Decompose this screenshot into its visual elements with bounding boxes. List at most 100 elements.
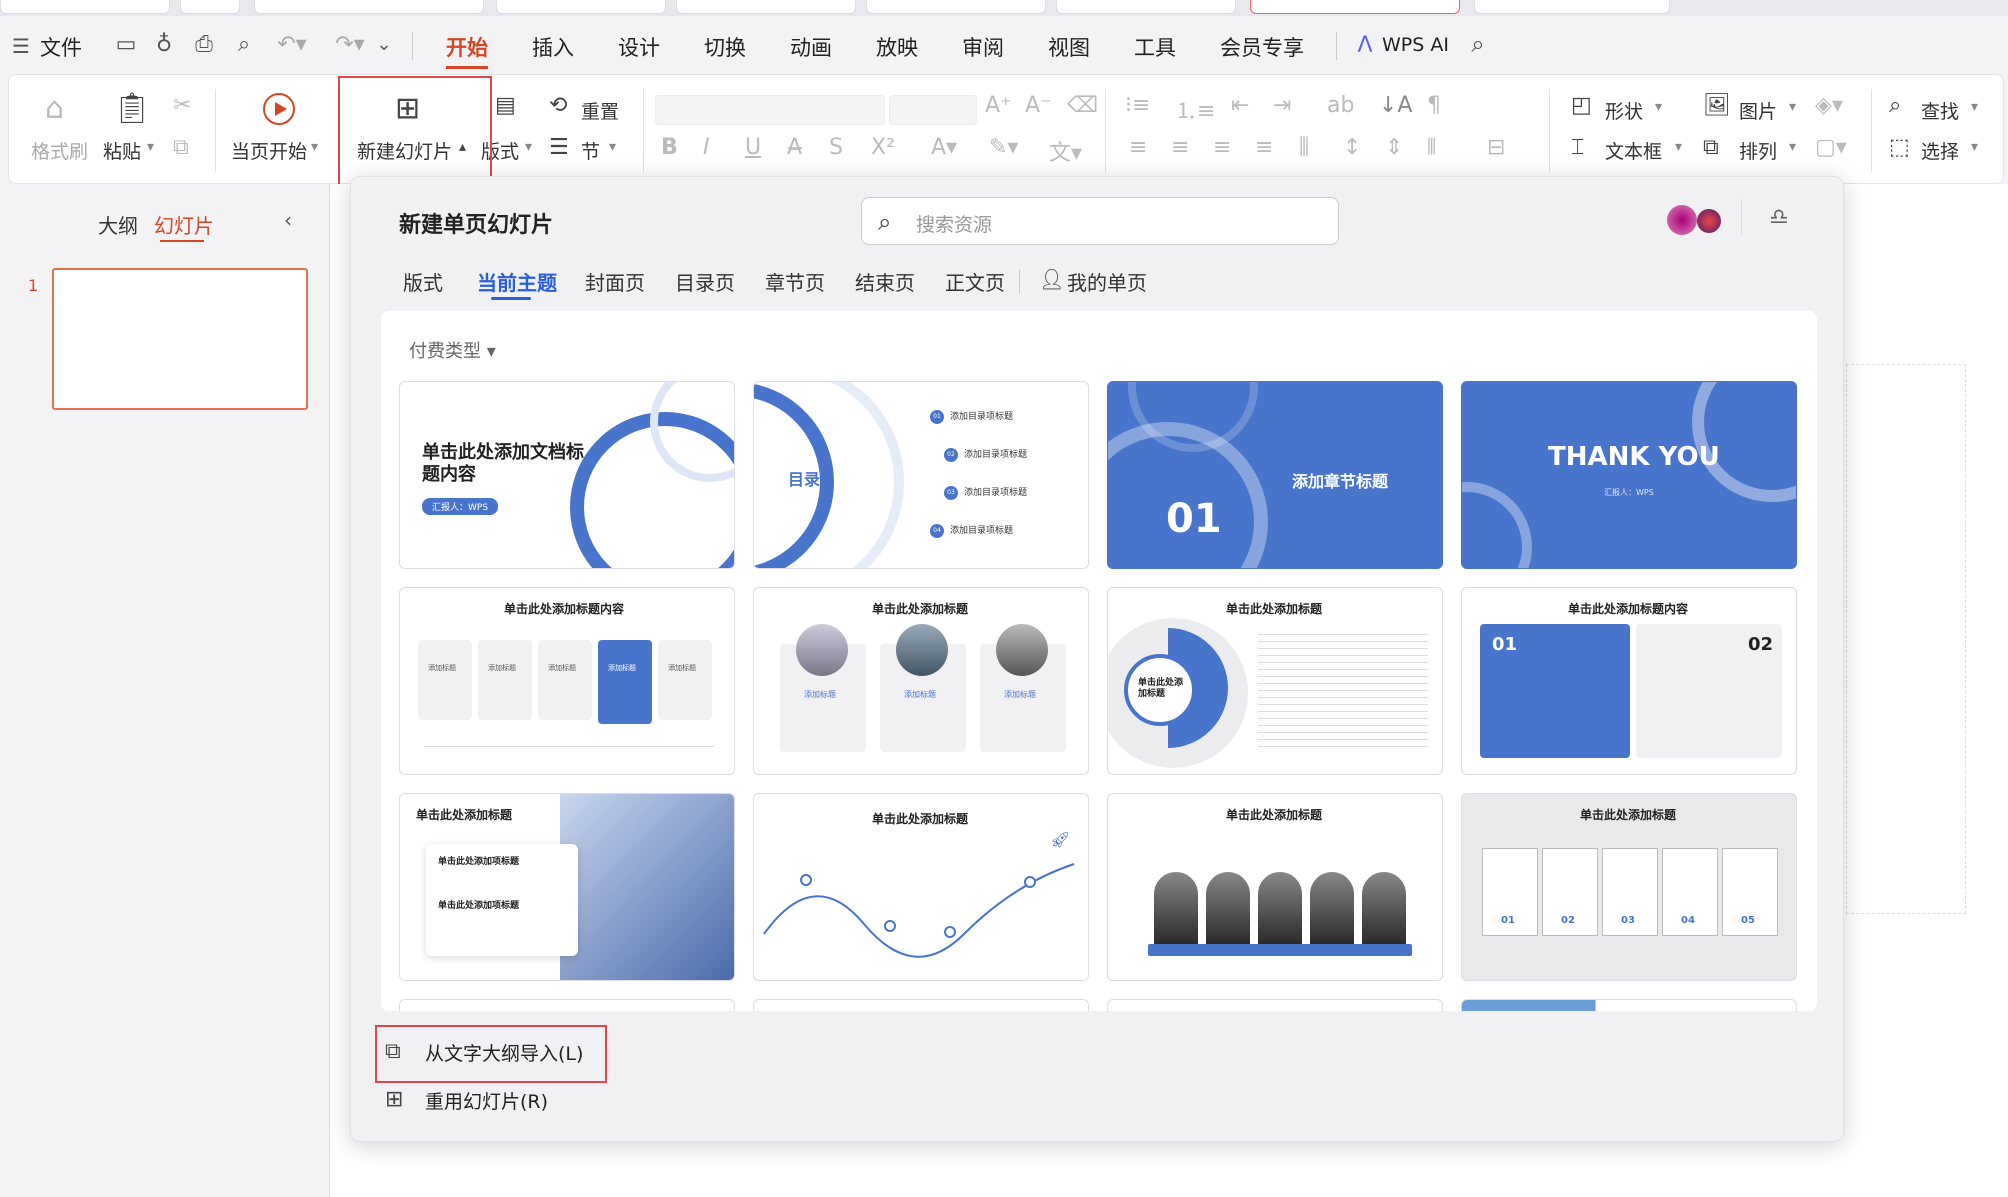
print-preview-icon[interactable]: ⌕ <box>230 30 258 58</box>
tab-home[interactable]: 开始 <box>446 32 488 62</box>
play-from-current-button[interactable]: 当页开始 <box>231 137 307 164</box>
italic-icon[interactable]: I <box>703 135 710 160</box>
chevron-down-icon[interactable]: ▾ <box>1655 99 1662 115</box>
window-tab-active[interactable] <box>1250 0 1460 14</box>
section-button[interactable]: 节 <box>581 137 600 164</box>
reuse-slides-item[interactable]: 重用幻灯片(R) <box>425 1087 548 1114</box>
paragraph-spacing-icon[interactable]: ⇕ <box>1385 135 1403 160</box>
wps-ai-button[interactable]: WPS AI <box>1382 34 1449 56</box>
slide-thumbnail[interactable] <box>52 268 308 410</box>
tab-member[interactable]: 会员专享 <box>1220 32 1304 62</box>
template-card-partial[interactable] <box>1107 999 1443 1011</box>
font-size-select[interactable] <box>889 95 977 125</box>
align-center-icon[interactable]: ≡ <box>1171 135 1189 160</box>
undo-icon[interactable]: ↶▾ <box>272 30 312 58</box>
font-shrink-icon[interactable]: A⁻ <box>1025 93 1052 118</box>
tab-chapter[interactable]: 章节页 <box>765 267 825 296</box>
window-tab[interactable] <box>180 0 240 14</box>
cut-icon[interactable]: ✂ <box>173 93 191 118</box>
bullet-list-icon[interactable]: ⁝≡ <box>1125 93 1150 118</box>
resource-search-input[interactable]: ⌕ 搜索资源 <box>861 197 1339 245</box>
tab-view[interactable]: 视图 <box>1048 32 1090 62</box>
save-icon[interactable]: ▭ <box>112 30 140 58</box>
window-tab[interactable] <box>1474 0 1670 14</box>
chevron-down-icon[interactable]: ▾ <box>609 139 616 155</box>
text-box-align-icon[interactable]: ⊟ <box>1487 135 1505 160</box>
chevron-down-icon[interactable]: ▾ <box>1675 139 1682 155</box>
chevron-down-icon[interactable]: ▾ <box>1789 99 1796 115</box>
template-card-content[interactable]: 单击此处添加标题 01 02 03 04 05 <box>1461 793 1797 981</box>
chevron-down-icon[interactable]: ▾ <box>525 139 532 155</box>
tab-body[interactable]: 正文页 <box>945 267 1005 296</box>
tab-current-theme[interactable]: 当前主题 <box>477 267 557 296</box>
paste-button[interactable]: 粘贴 <box>103 137 141 164</box>
template-card-content[interactable]: 单击此处添加标题 单击此处添加项标题 单击此处添加项标题 <box>399 793 735 981</box>
line-spacing-icon[interactable]: ↕ <box>1343 135 1361 160</box>
outdent-icon[interactable]: ⇤ <box>1231 93 1249 118</box>
template-card-toc[interactable]: 目录 01 添加目录项标题 02 添加目录项标题 03 添加目录项标题 04 添… <box>753 381 1089 569</box>
tab-transition[interactable]: 切换 <box>704 32 746 62</box>
headset-icon[interactable]: ♎︎ <box>1769 205 1789 230</box>
window-tab[interactable] <box>0 0 170 14</box>
chevron-down-icon[interactable]: ▾ <box>1971 99 1978 115</box>
font-color-icon[interactable]: A▾ <box>931 135 957 160</box>
tab-ending[interactable]: 结束页 <box>855 267 915 296</box>
template-card-content[interactable]: 单击此处添加标题内容 添加标题 添加标题 添加标题 添加标题 添加标题 <box>399 587 735 775</box>
paragraph-icon[interactable]: ¶ <box>1427 93 1441 118</box>
menu-file[interactable]: 文件 <box>40 32 82 62</box>
select-button[interactable]: 选择 <box>1921 137 1959 164</box>
template-card-ending[interactable]: THANK YOU 汇报人：WPS <box>1461 381 1797 569</box>
template-card-cover[interactable]: 单击此处添加文档标题内容 汇报人：WPS <box>399 381 735 569</box>
hamburger-icon[interactable]: ☰ <box>12 34 30 58</box>
template-card-partial[interactable] <box>753 999 1089 1011</box>
tab-insert[interactable]: 插入 <box>532 32 574 62</box>
tab-my-slides[interactable]: 我的单页 <box>1067 267 1147 296</box>
justify-icon[interactable]: ≡ <box>1255 135 1273 160</box>
align-right-icon[interactable]: ≡ <box>1213 135 1231 160</box>
template-card-chapter[interactable]: 01 添加章节标题 <box>1107 381 1443 569</box>
template-card-content[interactable]: 单击此处添加标题 🚀︎ <box>753 793 1089 981</box>
share-icon[interactable]: ♁ <box>150 30 178 58</box>
outline-icon[interactable]: ▢▾ <box>1815 135 1847 160</box>
font-family-select[interactable] <box>655 95 885 125</box>
template-card-content[interactable]: 单击此处添加标题 单击此处添加标题 <box>1107 587 1443 775</box>
tab-slideshow[interactable]: 放映 <box>876 32 918 62</box>
fill-icon[interactable]: ◈▾ <box>1815 93 1843 118</box>
avatar[interactable] <box>1697 209 1721 233</box>
strikethrough-icon[interactable]: A̶ <box>787 135 802 160</box>
shape-button[interactable]: 形状 <box>1605 97 1643 124</box>
search-icon[interactable]: ⌕ <box>1464 30 1492 58</box>
reset-button[interactable]: 重置 <box>581 97 619 124</box>
chevron-down-icon[interactable]: ▾ <box>1971 139 1978 155</box>
distribute-icon[interactable]: ⫼ <box>1299 135 1309 160</box>
chevron-down-icon[interactable]: ▾ <box>311 139 318 155</box>
textbox-button[interactable]: 文本框 <box>1605 137 1662 164</box>
window-tab[interactable] <box>866 0 1046 14</box>
template-card-content[interactable]: 单击此处添加标题 添加标题 添加标题 添加标题 <box>753 587 1089 775</box>
tab-tools[interactable]: 工具 <box>1134 32 1176 62</box>
clear-format-icon[interactable]: ⌫ <box>1067 93 1098 118</box>
redo-icon[interactable]: ↷▾ <box>330 30 370 58</box>
tab-slides[interactable]: 幻灯片 <box>154 210 214 239</box>
align-left-icon[interactable]: ≡ <box>1129 135 1147 160</box>
collapse-panel-icon[interactable]: ‹ <box>284 208 292 232</box>
font-grow-icon[interactable]: A⁺ <box>985 93 1012 118</box>
superscript-icon[interactable]: X² <box>871 135 895 160</box>
picture-button[interactable]: 图片 <box>1739 97 1777 124</box>
avatar[interactable] <box>1667 205 1697 235</box>
shadow-icon[interactable]: S <box>829 135 843 160</box>
copy-icon[interactable]: ⧉ <box>173 135 189 160</box>
text-direction-icon[interactable]: ab <box>1327 93 1354 118</box>
template-card-partial[interactable] <box>399 999 735 1011</box>
tab-layout[interactable]: 版式 <box>403 267 443 296</box>
tab-cover[interactable]: 封面页 <box>585 267 645 296</box>
tab-design[interactable]: 设计 <box>618 32 660 62</box>
chevron-down-icon[interactable]: ▾ <box>147 139 154 155</box>
tab-toc[interactable]: 目录页 <box>675 267 735 296</box>
sort-icon[interactable]: ↓A <box>1379 93 1412 118</box>
format-painter-button[interactable]: 格式刷 <box>31 137 88 164</box>
tab-animation[interactable]: 动画 <box>790 32 832 62</box>
underline-icon[interactable]: U <box>745 135 761 160</box>
highlight-icon[interactable]: ✎▾ <box>989 135 1018 160</box>
columns-icon[interactable]: ⫴ <box>1427 135 1436 160</box>
